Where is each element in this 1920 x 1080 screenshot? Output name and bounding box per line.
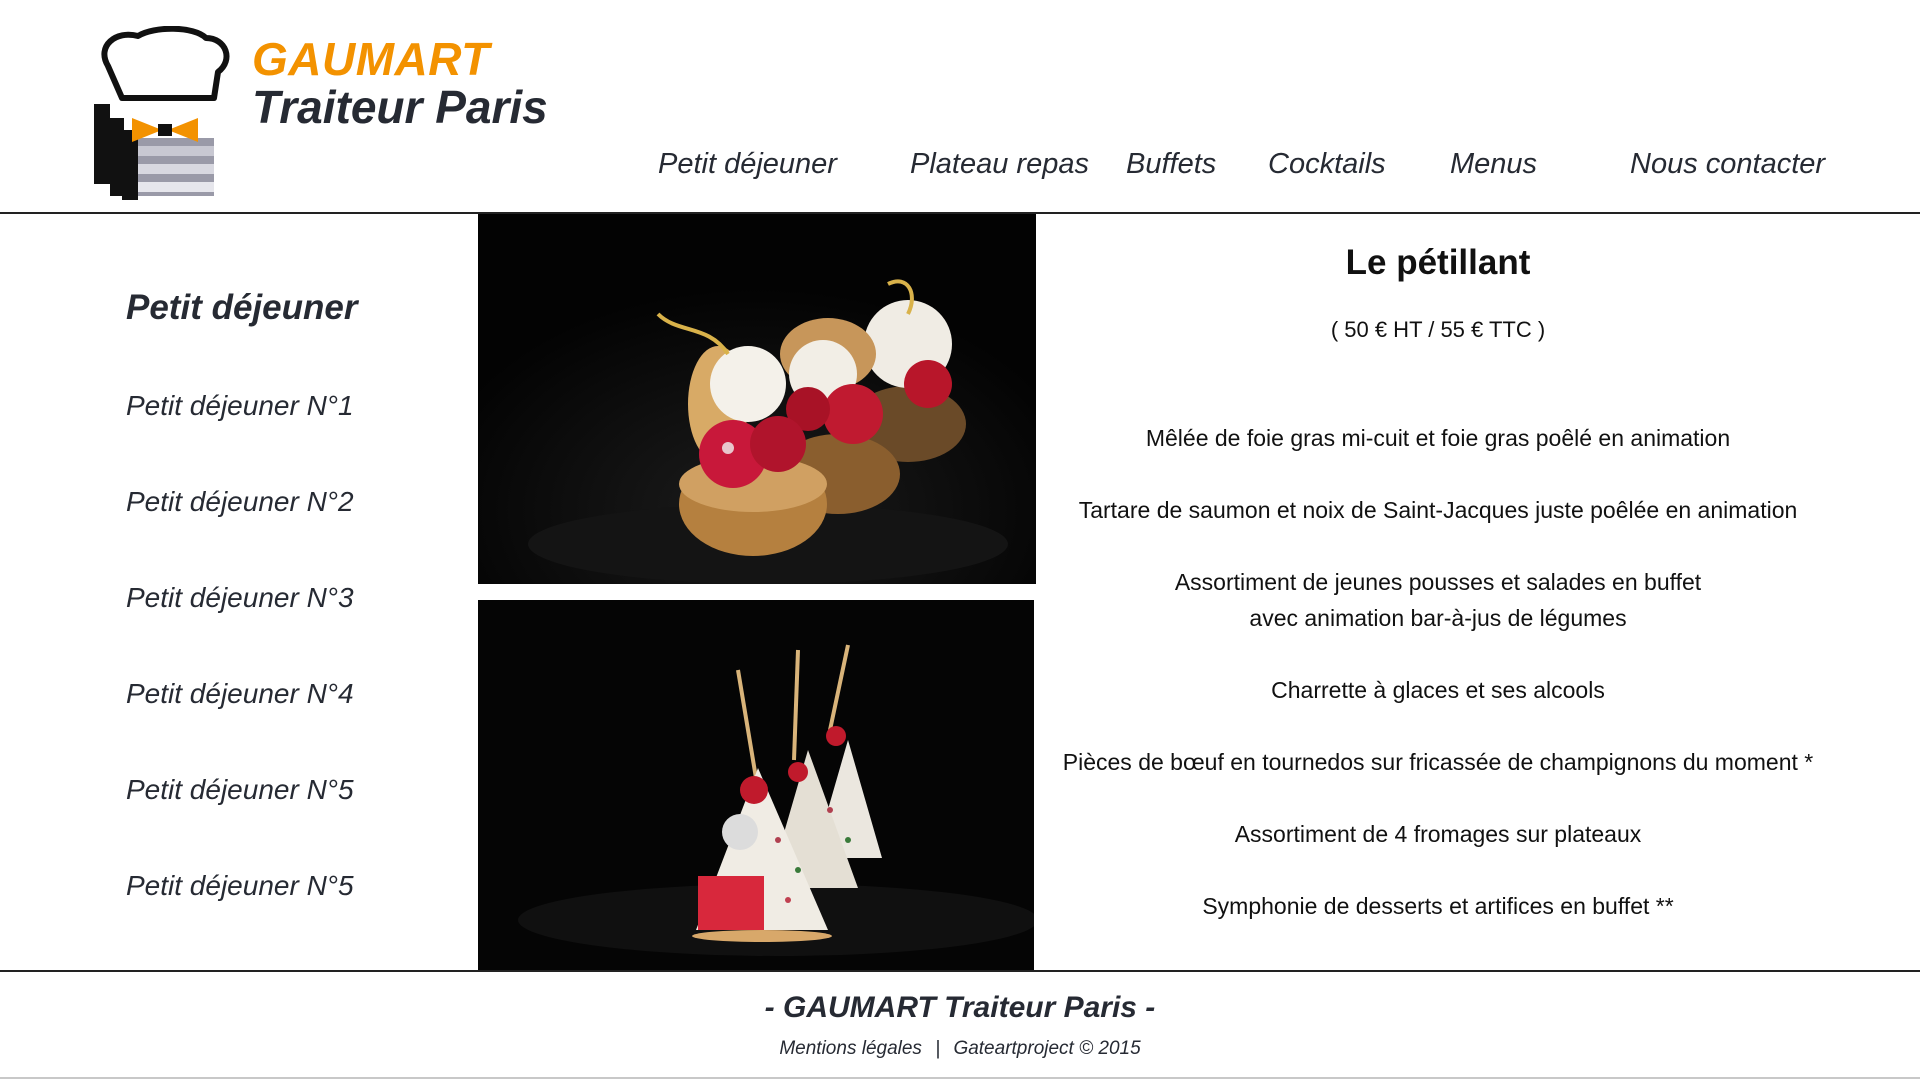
menu-item-line: Symphonie de desserts et artifices en bu… [1202,893,1674,919]
brand-name: GAUMART [252,33,490,85]
menu-item: Assortiment de 4 fromages sur plateaux [1050,816,1826,852]
menu-item-line: Charrette à glaces et ses alcools [1271,677,1605,703]
menu-item: Charrette à glaces et ses alcools [1050,672,1826,708]
menu-item-line: Pièces de bœuf en tournedos sur fricassé… [1062,749,1814,775]
sidebar-title: Petit déjeuner [126,288,358,327]
footer-separator: | [935,1038,941,1059]
sidebar-item-petit-dejeuner-3[interactable]: Petit déjeuner N°3 [126,580,354,616]
footer-links: Mentions légales | Gateartproject © 2015 [0,1036,1920,1062]
menu-item: Pièces de bœuf en tournedos sur fricassé… [1050,744,1826,780]
page-bottom-border [0,1077,1920,1079]
choux-pastry-image [478,214,1036,584]
sidebar-item-petit-dejeuner-1[interactable]: Petit déjeuner N°1 [126,388,354,424]
nav-nous-contacter[interactable]: Nous contacter [1630,146,1825,182]
menu-item-line-2: avec animation bar-à-jus de légumes [1249,605,1627,631]
sidebar-item-petit-dejeuner-5[interactable]: Petit déjeuner N°5 [126,772,354,808]
triangle-pastry-image [478,600,1034,970]
menu-item-line: Mêlée de foie gras mi-cuit et foie gras … [1145,425,1731,451]
sidebar-item-petit-dejeuner-2[interactable]: Petit déjeuner N°2 [126,484,354,520]
nav-plateau-repas[interactable]: Plateau repas [910,146,1089,182]
nav-petit-dejeuner[interactable]: Petit déjeuner [658,146,837,182]
menu-item-line: Tartare de saumon et noix de Saint-Jacqu… [1078,497,1798,523]
nav-buffets[interactable]: Buffets [1126,146,1216,182]
footer-title: - GAUMART Traiteur Paris - [764,991,1156,1024]
sidebar-item-petit-dejeuner-4[interactable]: Petit déjeuner N°4 [126,676,354,712]
legal-notice-link[interactable]: Mentions légales [779,1038,922,1059]
site-header: GAUMART Traiteur Paris Petit déjeuner Pl… [0,0,1920,212]
menu-item: Mêlée de foie gras mi-cuit et foie gras … [1050,420,1826,456]
photo-choux-raspberry [478,214,1036,584]
chef-hat-logo-icon[interactable] [94,26,230,202]
menu-item: Assortiment de jeunes pousses et salades… [1050,564,1826,636]
footer-divider [0,970,1920,972]
brand-subtitle: Traiteur Paris [252,81,548,133]
photo-triangle-pastries [478,600,1034,970]
menu-items: Mêlée de foie gras mi-cuit et foie gras … [1050,420,1826,924]
menu-item-line: Assortiment de 4 fromages sur plateaux [1234,821,1642,847]
menu-title: Le pétillant [1345,243,1531,282]
menu-details: Le pétillant ( 50 € HT / 55 € TTC ) Mêlé… [1050,240,1826,960]
credit-link[interactable]: Gateartproject © 2015 [953,1038,1140,1059]
nav-cocktails[interactable]: Cocktails [1268,146,1386,182]
menu-item: Tartare de saumon et noix de Saint-Jacqu… [1050,492,1826,528]
sidebar-item-petit-dejeuner-5b[interactable]: Petit déjeuner N°5 [126,868,354,904]
nav-menus[interactable]: Menus [1450,146,1537,182]
menu-item: Symphonie de desserts et artifices en bu… [1050,888,1826,924]
menu-item-line: Assortiment de jeunes pousses et salades… [1174,569,1702,595]
menu-price: ( 50 € HT / 55 € TTC ) [1330,317,1546,342]
